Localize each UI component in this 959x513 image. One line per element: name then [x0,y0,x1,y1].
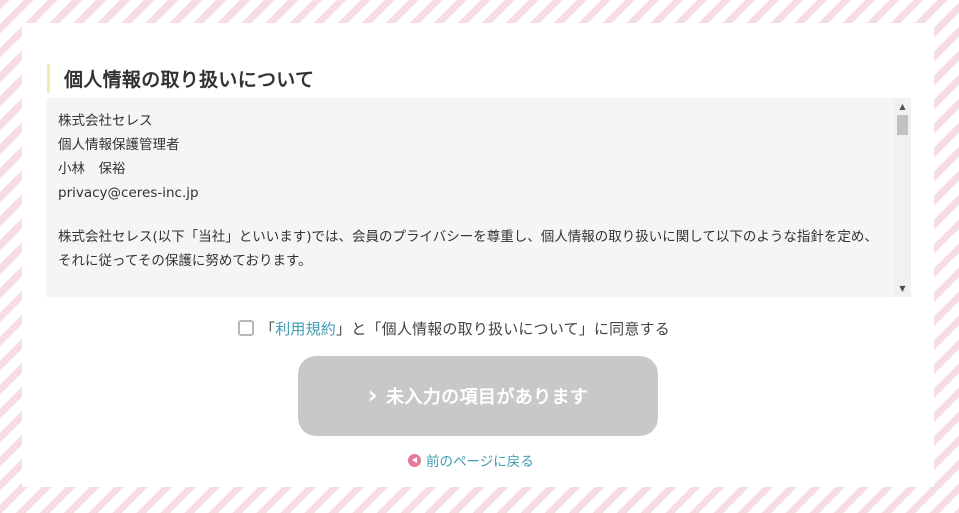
privacy-email: privacy@ceres-inc.jp [58,185,199,201]
privacy-policy-intro: 株式会社セレス(以下「当社」といいます)では、会員のプライバシーを尊重し、個人情… [58,229,878,269]
back-link-label: 前のページに戻る [426,454,534,470]
privacy-agreement-row[interactable]: 「利用規約」と「個人情報の取り扱いについて」に同意する [238,314,670,342]
scroll-down-arrow-icon[interactable]: ▼ [894,280,911,297]
agreement-open-quote: 「 [260,319,276,338]
back-arrow-icon [408,453,421,467]
submit-button-label: 未入力の項目があります [385,387,589,408]
back-to-previous-page-link[interactable]: 前のページに戻る [408,449,534,471]
chevron-right-icon: › [367,381,378,409]
terms-of-use-link[interactable]: 利用規約 [275,320,336,338]
agreement-rest-text: 」と「個人情報の取り扱いについて」に同意する [336,319,670,338]
privacy-section-title: 個人情報の取り扱いについて [47,63,314,93]
submit-button[interactable]: › 未入力の項目があります [298,356,658,436]
privacy-agreement-checkbox[interactable] [238,320,254,336]
privacy-manager-role: 個人情報保護管理者 [58,137,180,153]
scroll-up-arrow-icon[interactable]: ▲ [894,98,911,115]
privacy-policy-content: 株式会社セレス 個人情報保護管理者 小林 保裕 privacy@ceres-in… [58,109,884,273]
privacy-policy-box[interactable]: 株式会社セレス 個人情報保護管理者 小林 保裕 privacy@ceres-in… [46,98,911,297]
scroll-thumb[interactable] [897,115,908,135]
company-name: 株式会社セレス [58,113,153,129]
privacy-agreement-label: 「利用規約」と「個人情報の取り扱いについて」に同意する [260,318,670,339]
privacy-policy-scrollbar[interactable]: ▲ ▼ [894,98,911,297]
privacy-consent-card: 個人情報の取り扱いについて 株式会社セレス 個人情報保護管理者 小林 保裕 pr… [22,23,934,487]
privacy-manager-name: 小林 保裕 [58,161,126,177]
